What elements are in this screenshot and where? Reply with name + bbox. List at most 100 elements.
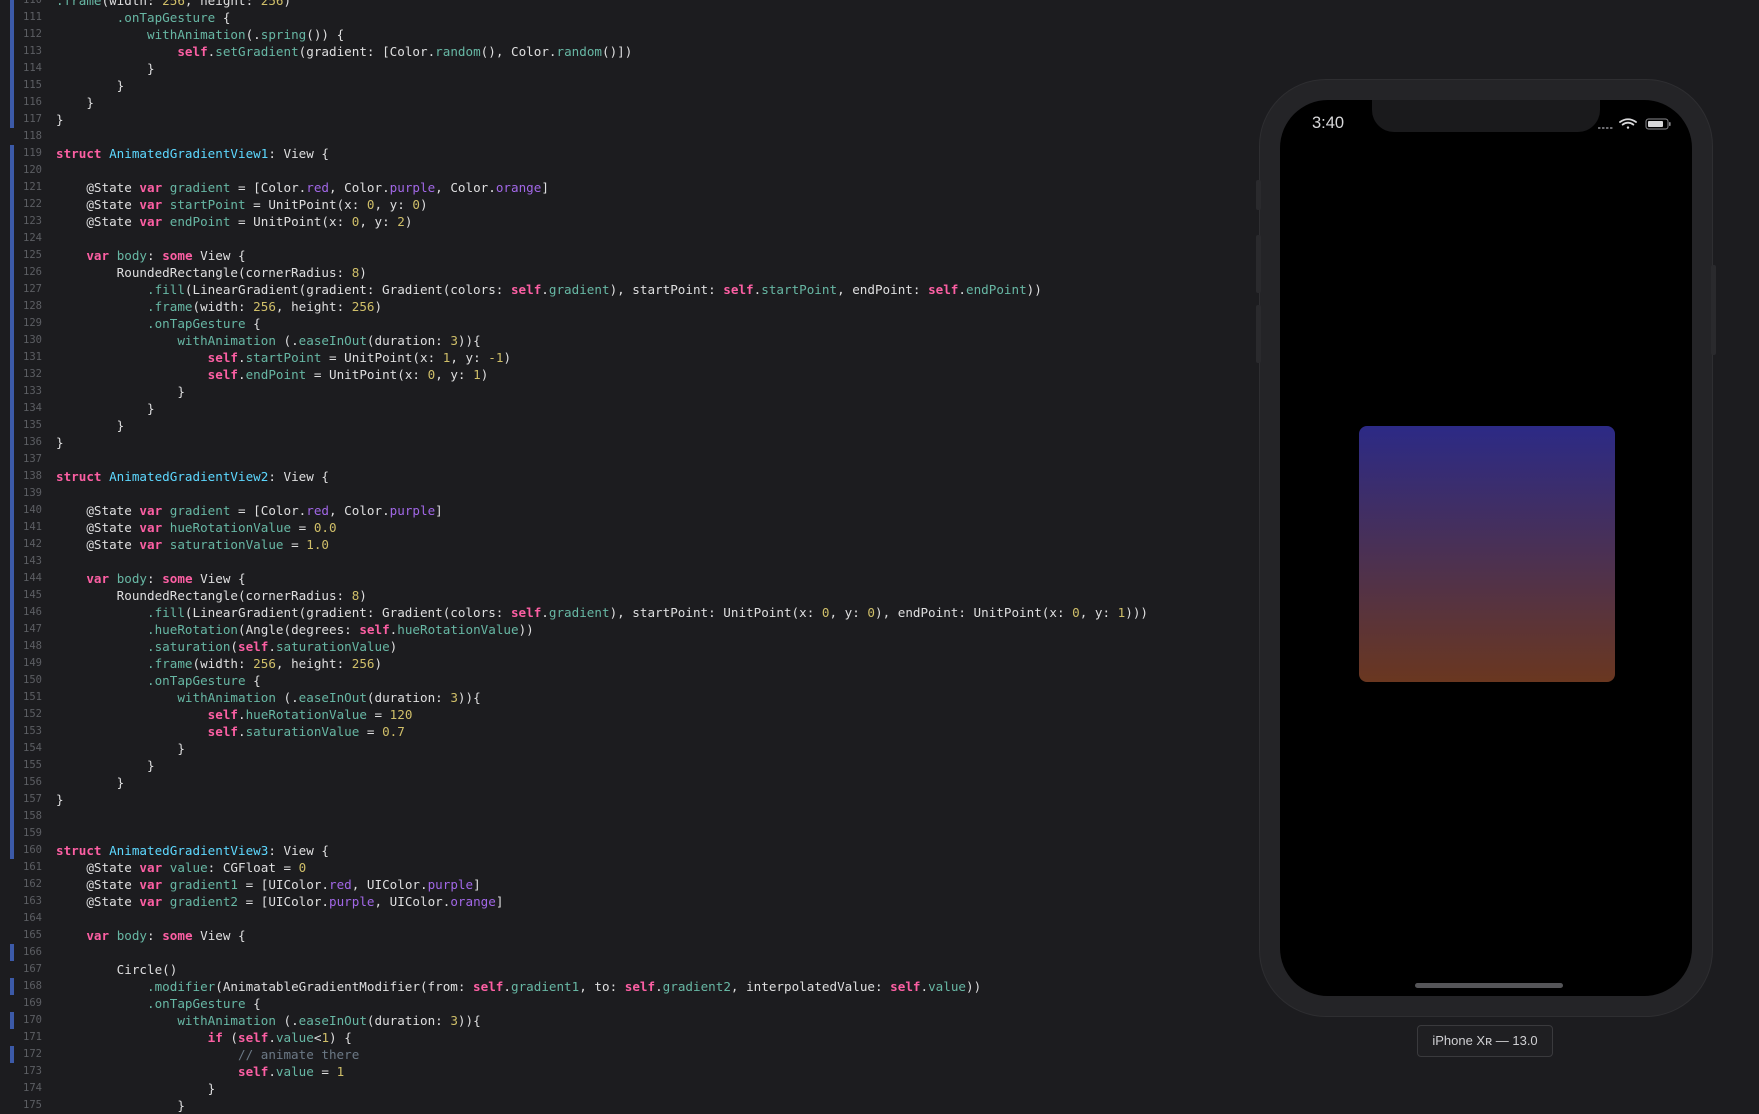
code-line[interactable]: 142 @State var saturationValue = 1.0 — [0, 536, 1240, 553]
line-number: 149 — [23, 657, 42, 669]
code-line[interactable]: 139 — [0, 485, 1240, 502]
code-line[interactable]: 130 withAnimation (.easeInOut(duration: … — [0, 332, 1240, 349]
line-number: 156 — [23, 776, 42, 788]
code-line[interactable]: 129 .onTapGesture { — [0, 315, 1240, 332]
code-line[interactable]: 141 @State var hueRotationValue = 0.0 — [0, 519, 1240, 536]
code-line[interactable]: 171 if (self.value<1) { — [0, 1029, 1240, 1046]
code-line[interactable]: 115 } — [0, 77, 1240, 94]
code-line[interactable]: 137 — [0, 451, 1240, 468]
cellular-signal-icon — [1598, 127, 1613, 129]
line-number: 112 — [23, 28, 42, 40]
code-line[interactable]: 145 RoundedRectangle(cornerRadius: 8) — [0, 587, 1240, 604]
code-line[interactable]: 136} — [0, 434, 1240, 451]
code-line[interactable]: 120 — [0, 162, 1240, 179]
code-text: } — [56, 758, 155, 773]
code-text: @State var gradient = [Color.red, Color.… — [56, 503, 443, 518]
code-text: } — [56, 435, 64, 450]
device-notch — [1372, 100, 1600, 132]
code-line[interactable]: 123 @State var endPoint = UnitPoint(x: 0… — [0, 213, 1240, 230]
code-text: @State var startPoint = UnitPoint(x: 0, … — [56, 197, 428, 212]
line-number: 116 — [23, 96, 42, 108]
code-line[interactable]: 152 self.hueRotationValue = 120 — [0, 706, 1240, 723]
code-line[interactable]: 153 self.saturationValue = 0.7 — [0, 723, 1240, 740]
code-line[interactable]: 124 — [0, 230, 1240, 247]
line-number: 153 — [23, 725, 42, 737]
line-number: 144 — [23, 572, 42, 584]
code-line[interactable]: 132 self.endPoint = UnitPoint(x: 0, y: 1… — [0, 366, 1240, 383]
code-line[interactable]: 159 — [0, 825, 1240, 842]
code-line[interactable]: 134 } — [0, 400, 1240, 417]
code-line[interactable]: 114 } — [0, 60, 1240, 77]
code-line[interactable]: 110 .frame(width: 256, height: 256) — [0, 0, 1240, 9]
code-line[interactable]: 173 self.value = 1 — [0, 1063, 1240, 1080]
code-text: .frame(width: 256, height: 256) — [56, 0, 292, 8]
code-line[interactable]: 125 var body: some View { — [0, 247, 1240, 264]
code-line[interactable]: 150 .onTapGesture { — [0, 672, 1240, 689]
code-line[interactable]: 118 — [0, 128, 1240, 145]
gradient-rounded-rectangle[interactable] — [1359, 426, 1615, 682]
code-line[interactable]: 166 — [0, 944, 1240, 961]
line-number: 166 — [23, 946, 42, 958]
code-line[interactable]: 155 } — [0, 757, 1240, 774]
code-line[interactable]: 164 — [0, 910, 1240, 927]
code-line[interactable]: 174 } — [0, 1080, 1240, 1097]
line-number: 111 — [23, 11, 42, 23]
line-number: 148 — [23, 640, 42, 652]
code-text: if (self.value<1) { — [207, 1030, 352, 1045]
code-line[interactable]: 112 withAnimation(.spring()) { — [0, 26, 1240, 43]
code-line[interactable]: 170 withAnimation (.easeInOut(duration: … — [0, 1012, 1240, 1029]
code-line[interactable]: 158 — [0, 808, 1240, 825]
line-number: 172 — [23, 1048, 42, 1060]
code-text: } — [56, 792, 64, 807]
code-text: @State var gradient = [Color.red, Color.… — [56, 180, 549, 195]
code-text: .onTapGesture { — [147, 673, 261, 688]
code-line[interactable]: 127 .fill(LinearGradient(gradient: Gradi… — [0, 281, 1240, 298]
code-editor[interactable]: 110 .frame(width: 256, height: 256) 111 .o… — [0, 0, 1240, 1114]
code-line[interactable]: 156 } — [0, 774, 1240, 791]
code-text: @State var gradient1 = [UIColor.red, UIC… — [56, 877, 481, 892]
code-line[interactable]: 149 .frame(width: 256, height: 256) — [0, 655, 1240, 672]
code-line[interactable]: 117} — [0, 111, 1240, 128]
code-line[interactable]: 128 .frame(width: 256, height: 256) — [0, 298, 1240, 315]
code-line[interactable]: 151 withAnimation (.easeInOut(duration: … — [0, 689, 1240, 706]
code-line[interactable]: 111 .onTapGesture { — [0, 9, 1240, 26]
line-number: 163 — [23, 895, 42, 907]
device-label[interactable]: iPhone Xʀ — 13.0 — [1417, 1025, 1553, 1057]
code-line[interactable]: 165 var body: some View { — [0, 927, 1240, 944]
code-line[interactable]: 172 // animate there — [0, 1046, 1240, 1063]
code-text: RoundedRectangle(cornerRadius: 8) — [56, 265, 367, 280]
code-line[interactable]: 133 } — [0, 383, 1240, 400]
code-line[interactable]: 144 var body: some View { — [0, 570, 1240, 587]
code-line[interactable]: 113 self.setGradient(gradient: [Color.ra… — [0, 43, 1240, 60]
code-line[interactable]: 168 .modifier(AnimatableGradientModifier… — [0, 978, 1240, 995]
code-text: .saturation(self.saturationValue) — [147, 639, 398, 654]
code-line[interactable]: 162 @State var gradient1 = [UIColor.red,… — [0, 876, 1240, 893]
code-text: var body: some View { — [86, 248, 246, 263]
code-line[interactable]: 169 .onTapGesture { — [0, 995, 1240, 1012]
line-number: 114 — [23, 62, 42, 74]
code-text: } — [56, 112, 64, 127]
code-line[interactable]: 143 — [0, 553, 1240, 570]
code-line[interactable]: 119 struct AnimatedGradientView1: View { — [0, 145, 1240, 162]
code-line[interactable]: 131 self.startPoint = UnitPoint(x: 1, y:… — [0, 349, 1240, 366]
code-line[interactable]: 146 .fill(LinearGradient(gradient: Gradi… — [0, 604, 1240, 621]
code-line[interactable]: 157} — [0, 791, 1240, 808]
line-number: 131 — [23, 351, 42, 363]
code-line[interactable]: 175 } — [0, 1097, 1240, 1114]
line-number: 164 — [23, 912, 42, 924]
code-line[interactable]: 160 struct AnimatedGradientView3: View { — [0, 842, 1240, 859]
code-line[interactable]: 116 } — [0, 94, 1240, 111]
code-line[interactable]: 154 } — [0, 740, 1240, 757]
code-line[interactable]: 140 @State var gradient = [Color.red, Co… — [0, 502, 1240, 519]
code-line[interactable]: 163 @State var gradient2 = [UIColor.purp… — [0, 893, 1240, 910]
code-line[interactable]: 122 @State var startPoint = UnitPoint(x:… — [0, 196, 1240, 213]
code-text: @State var endPoint = UnitPoint(x: 0, y:… — [56, 214, 413, 229]
code-line[interactable]: 167 Circle() — [0, 961, 1240, 978]
code-line[interactable]: 126 RoundedRectangle(cornerRadius: 8) — [0, 264, 1240, 281]
code-line[interactable]: 147 .hueRotation(Angle(degrees: self.hue… — [0, 621, 1240, 638]
code-line[interactable]: 135 } — [0, 417, 1240, 434]
code-line[interactable]: 148 .saturation(self.saturationValue) — [0, 638, 1240, 655]
code-line[interactable]: 138 struct AnimatedGradientView2: View { — [0, 468, 1240, 485]
code-line[interactable]: 161 @State var value: CGFloat = 0 — [0, 859, 1240, 876]
code-line[interactable]: 121 @State var gradient = [Color.red, Co… — [0, 179, 1240, 196]
